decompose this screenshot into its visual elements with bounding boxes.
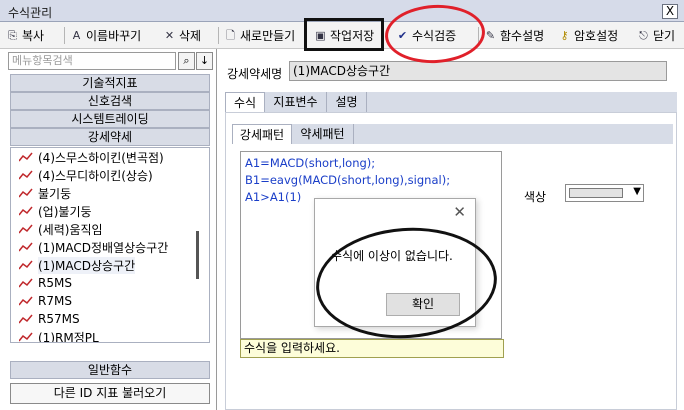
left-panel: 메뉴항목검색 ⌕ ↓ 기술적지표 신호검색 시스템트레이딩 강세약세 (4)스무… (6, 49, 213, 410)
key-icon: ⚷ (560, 28, 569, 42)
new-document-icon: 🗋 (226, 28, 235, 42)
delete-icon: ✕ (164, 28, 175, 42)
tab-indicator-vars[interactable]: 지표변수 (265, 92, 327, 112)
new-label: 새로만들기 (240, 28, 296, 43)
formula-tree: (4)스무스하이킨(변곡점) (4)스무디하이킨(상승) 불기둥 (업)불기둥 … (10, 147, 210, 343)
chart-line-icon (19, 332, 33, 342)
copy-button[interactable]: ⎘ 복사 (6, 25, 44, 45)
close-door-icon: ⎋ (639, 28, 648, 42)
annotation-save-highlight (304, 18, 384, 51)
chart-line-icon (19, 170, 33, 180)
window-title: 수식관리 (8, 6, 53, 20)
color-select[interactable]: ▼ (565, 184, 644, 202)
arrow-down-icon[interactable]: ↓ (196, 52, 213, 70)
chart-line-icon (19, 296, 33, 306)
toolbar-separator (64, 27, 65, 44)
function-help-label: 함수설명 (500, 28, 545, 43)
list-item[interactable]: (1)MACD정배열상승구간 (19, 238, 168, 256)
search-icon[interactable]: ⌕ (178, 52, 195, 70)
formula-line: A1=MACD(short,long); (245, 156, 376, 170)
copy-label: 복사 (22, 28, 45, 43)
tab-formula[interactable]: 수식 (225, 92, 265, 112)
color-swatch (569, 188, 623, 198)
chevron-down-icon: ▼ (633, 186, 641, 197)
list-item-selected[interactable]: (1)MACD상승구간 (19, 256, 136, 274)
chart-line-icon (19, 260, 33, 270)
list-item[interactable]: 불기둥 (19, 184, 71, 202)
toolbar-separator (218, 27, 219, 44)
rename-icon: A (72, 28, 81, 42)
new-button[interactable]: 🗋 새로만들기 (224, 25, 295, 45)
list-item[interactable]: (4)스무스하이킨(변곡점) (19, 148, 164, 166)
delete-label: 삭제 (179, 28, 202, 43)
function-help-icon: ✎ (485, 28, 496, 42)
category-signal-search[interactable]: 신호검색 (10, 92, 210, 110)
window-close-button[interactable]: X (662, 4, 678, 19)
tree-scrollbar[interactable] (194, 147, 202, 343)
chart-line-icon (19, 206, 33, 216)
category-general-functions[interactable]: 일반함수 (10, 361, 210, 379)
tab-bull-pattern[interactable]: 강세패턴 (232, 124, 292, 144)
list-item[interactable]: (세력)움직임 (19, 220, 103, 238)
name-field[interactable]: (1)MACD상승구간 (289, 61, 667, 81)
function-help-button[interactable]: ✎ 함수설명 (484, 25, 544, 45)
formula-line: B1=eavg(MACD(short,long),signal); (245, 173, 451, 187)
list-item[interactable]: (업)불기둥 (19, 202, 92, 220)
load-other-id-button[interactable]: 다른 ID 지표 불러오기 (10, 383, 210, 404)
chart-line-icon (19, 242, 33, 252)
pattern-tabs: 강세패턴 약세패턴 (232, 124, 673, 144)
list-item[interactable]: (4)스무디하이킨(상승) (19, 166, 153, 184)
close-button[interactable]: ⎋ 닫기 (637, 25, 675, 45)
chart-line-icon (19, 152, 33, 162)
category-system-trading[interactable]: 시스템트레이딩 (10, 110, 210, 128)
list-item[interactable]: R5MS (19, 274, 72, 292)
category-bull-bear[interactable]: 강세약세 (10, 128, 210, 146)
list-item[interactable]: (1)RM정PL (19, 328, 99, 342)
color-label: 색상 (524, 190, 547, 204)
main-tabs: 수식 지표변수 설명 (225, 92, 677, 112)
scrollbar-thumb[interactable] (196, 231, 199, 279)
chart-line-icon (19, 314, 33, 324)
tab-description[interactable]: 설명 (327, 92, 367, 112)
close-label: 닫기 (653, 28, 676, 43)
chart-line-icon (19, 188, 33, 198)
chart-line-icon (19, 278, 33, 288)
rename-label: 이름바꾸기 (86, 28, 142, 43)
list-item[interactable]: R57MS (19, 310, 80, 328)
category-technical-indicator[interactable]: 기술적지표 (10, 74, 210, 92)
close-icon[interactable]: ✕ (453, 203, 466, 221)
password-label: 암호설정 (574, 28, 619, 43)
name-label: 강세약세명 (227, 67, 283, 81)
copy-icon: ⎘ (8, 28, 17, 42)
chart-line-icon (19, 224, 33, 234)
rename-button[interactable]: A 이름바꾸기 (70, 25, 141, 45)
search-input[interactable]: 메뉴항목검색 (8, 52, 176, 70)
password-button[interactable]: ⚷ 암호설정 (558, 25, 618, 45)
formula-hint: 수식을 입력하세요. (240, 339, 504, 358)
tab-bear-pattern[interactable]: 약세패턴 (292, 124, 354, 144)
delete-button[interactable]: ✕ 삭제 (163, 25, 201, 45)
list-item[interactable]: R7MS (19, 292, 72, 310)
